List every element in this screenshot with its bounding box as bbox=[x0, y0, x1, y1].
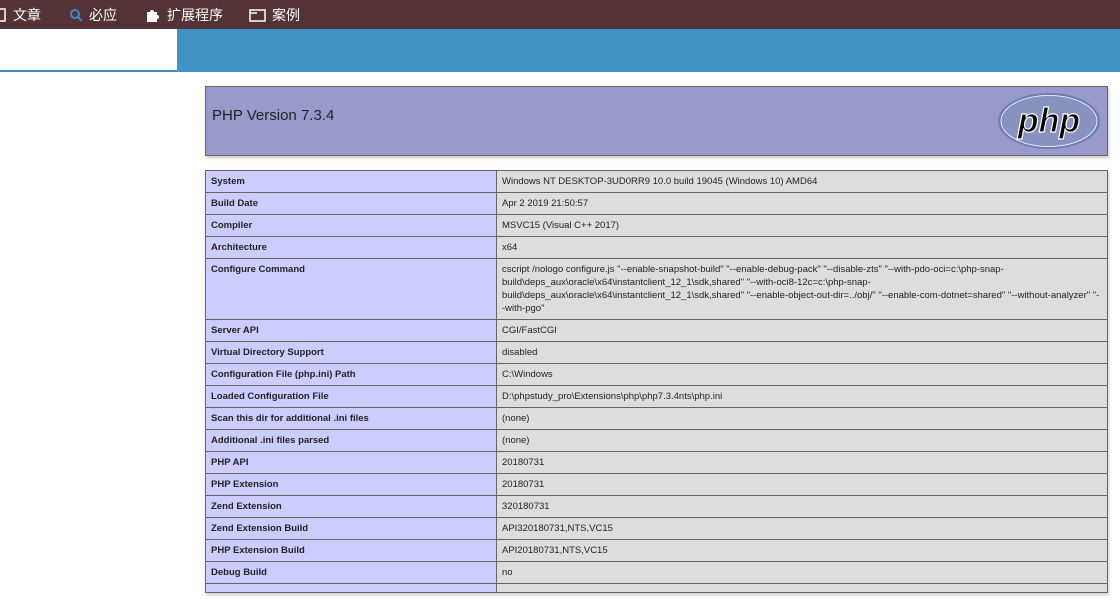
table-row: Additional .ini files parsed (none) bbox=[205, 429, 1108, 452]
row-key bbox=[205, 583, 497, 593]
table-row: PHP Extension 20180731 bbox=[205, 473, 1108, 496]
bookmark-extensions[interactable]: 扩展程序 bbox=[145, 0, 223, 29]
search-icon bbox=[69, 8, 83, 22]
bookmark-bing-label: 必应 bbox=[89, 7, 117, 24]
table-row: Scan this dir for additional .ini files(… bbox=[205, 407, 1108, 430]
site-header-band bbox=[177, 29, 1120, 72]
table-row: PHP Extension Build API20180731,NTS,VC15 bbox=[205, 539, 1108, 562]
puzzle-icon bbox=[145, 7, 161, 23]
row-key: Configure Command bbox=[205, 258, 497, 320]
row-value: 20180731 bbox=[496, 451, 1108, 474]
row-key: Architecture bbox=[205, 236, 497, 259]
table-row: Zend Extension Build API320180731,NTS,VC1… bbox=[205, 517, 1108, 540]
row-key: Debug Build bbox=[205, 561, 497, 584]
table-row bbox=[205, 583, 1108, 593]
table-row: System Windows NT DESKTOP-3UD0RR9 10.0 bu… bbox=[205, 170, 1108, 193]
php-logo-text: php bbox=[1017, 102, 1080, 140]
table-row: Virtual Directory Support disabled bbox=[205, 341, 1108, 364]
row-key: Virtual Directory Support bbox=[205, 341, 497, 364]
table-row: Build Date Apr 2 2019 21:50:57 bbox=[205, 192, 1108, 215]
bookmark-bing[interactable]: 必应 bbox=[69, 0, 117, 29]
table-row: Configure Command cscript /nologo configu… bbox=[205, 258, 1108, 320]
document-icon bbox=[0, 7, 7, 22]
row-value: API20180731,NTS,VC15 bbox=[496, 539, 1108, 562]
row-value: x64 bbox=[496, 236, 1108, 259]
row-value: 320180731 bbox=[496, 495, 1108, 518]
bookmark-extensions-label: 扩展程序 bbox=[167, 7, 223, 24]
row-value: (none) bbox=[496, 407, 1108, 430]
row-key: System bbox=[205, 170, 497, 193]
row-key: Additional .ini files parsed bbox=[205, 429, 497, 452]
row-key: Zend Extension bbox=[205, 495, 497, 518]
row-key: PHP Extension Build bbox=[205, 539, 497, 562]
bookmark-cases[interactable]: 案例 bbox=[249, 0, 300, 29]
folder-icon bbox=[249, 8, 266, 22]
row-value: disabled bbox=[496, 341, 1108, 364]
phpinfo-header: PHP Version 7.3.4 php bbox=[205, 86, 1108, 156]
row-key: Loaded Configuration File bbox=[205, 385, 497, 408]
phpinfo-container: PHP Version 7.3.4 php System Windows NT D… bbox=[205, 86, 1108, 593]
bookmark-articles[interactable]: 文章 bbox=[0, 0, 41, 29]
row-value: C:\Windows bbox=[496, 363, 1108, 386]
table-row: Configuration File (php.ini) Path C:\Wind… bbox=[205, 363, 1108, 386]
row-key: Zend Extension Build bbox=[205, 517, 497, 540]
phpinfo-table: System Windows NT DESKTOP-3UD0RR9 10.0 bu… bbox=[205, 170, 1108, 593]
row-key: Configuration File (php.ini) Path bbox=[205, 363, 497, 386]
row-value: D:\phpstudy_pro\Extensions\php\php7.3.4n… bbox=[496, 385, 1108, 408]
bookmarks-bar: 文章 必应 扩展程序 案例 bbox=[0, 0, 1120, 29]
row-value: Apr 2 2019 21:50:57 bbox=[496, 192, 1108, 215]
table-row: Architecture x64 bbox=[205, 236, 1108, 259]
row-value: 20180731 bbox=[496, 473, 1108, 496]
row-key: Scan this dir for additional .ini files bbox=[205, 407, 497, 430]
row-key: PHP Extension bbox=[205, 473, 497, 496]
table-row: Compiler MSVC15 (Visual C++ 2017) bbox=[205, 214, 1108, 237]
row-value: (none) bbox=[496, 429, 1108, 452]
row-key: Compiler bbox=[205, 214, 497, 237]
bookmark-articles-label: 文章 bbox=[13, 7, 41, 24]
row-value: cscript /nologo configure.js "--enable-s… bbox=[496, 258, 1108, 320]
row-key: Build Date bbox=[205, 192, 497, 215]
row-value: CGI/FastCGI bbox=[496, 319, 1108, 342]
bookmark-cases-label: 案例 bbox=[272, 7, 300, 24]
row-value: API320180731,NTS,VC15 bbox=[496, 517, 1108, 540]
row-key: PHP API bbox=[205, 451, 497, 474]
table-row: Debug Build no bbox=[205, 561, 1108, 584]
left-panel-strip bbox=[0, 29, 177, 72]
row-value: Windows NT DESKTOP-3UD0RR9 10.0 build 19… bbox=[496, 170, 1108, 193]
table-row: Zend Extension 320180731 bbox=[205, 495, 1108, 518]
table-row: Loaded Configuration File D:\phpstudy_pro… bbox=[205, 385, 1108, 408]
page-title: PHP Version 7.3.4 bbox=[212, 107, 335, 124]
table-row: Server API CGI/FastCGI bbox=[205, 319, 1108, 342]
table-row: PHP API 20180731 bbox=[205, 451, 1108, 474]
row-value: MSVC15 (Visual C++ 2017) bbox=[496, 214, 1108, 237]
row-key: Server API bbox=[205, 319, 497, 342]
php-logo: php bbox=[998, 93, 1100, 149]
row-value bbox=[496, 583, 1108, 593]
row-value: no bbox=[496, 561, 1108, 584]
